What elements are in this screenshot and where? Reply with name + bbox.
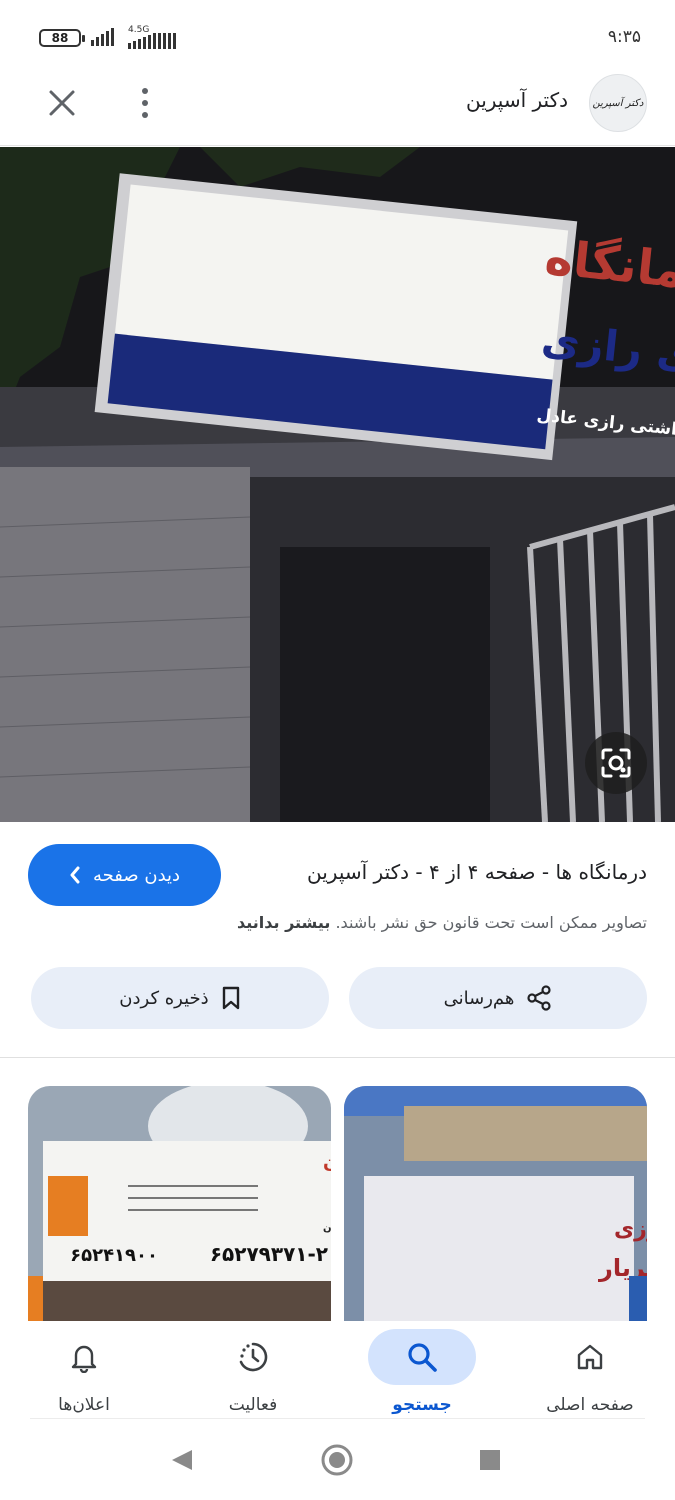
main-image[interactable]: درمانگاه شبانه روزی رازی شرکت تعاونی خدم… [0, 147, 675, 822]
nav-notifications[interactable]: اعلان‌ها [4, 1321, 164, 1421]
nav-activity-label: فعالیت [228, 1395, 278, 1415]
more-dot [142, 88, 148, 94]
nav-home-icon-wrap [536, 1329, 644, 1385]
more-dot [142, 112, 148, 118]
site-logo[interactable]: دکتر آسپرین [589, 74, 647, 132]
share-icon [527, 985, 551, 1011]
home-icon [577, 1344, 603, 1370]
result-info: دیدن صفحه درمانگاه ها - صفحه ۴ از ۴ - دک… [0, 843, 675, 907]
share-label: هم‌رسانی [443, 987, 515, 1009]
save-label: ذخیره کردن [119, 987, 209, 1009]
view-page-label: دیدن صفحه [92, 864, 181, 886]
related-left-phone1: ۶۵۲۷۹۳۷۱-۲ [210, 1242, 328, 1266]
bookmark-icon [222, 986, 239, 1010]
nav-search[interactable]: جستجو [342, 1321, 502, 1421]
lens-icon [601, 748, 631, 778]
activity-icon [239, 1342, 268, 1372]
bottom-navigation: صفحه اصلی جستجو فعالیت [0, 1321, 675, 1421]
related-right-title: درمانگاه شبانه روزی [614, 1215, 647, 1242]
main-image-illustration: درمانگاه شبانه روزی رازی شرکت تعاونی خدم… [0, 147, 675, 822]
divider [0, 1057, 675, 1058]
nav-search-label: جستجو [392, 1395, 452, 1415]
back-icon[interactable] [172, 1450, 192, 1470]
related-image-left-illustration: درمانگاه شبانه روزی ایران شهریار، ابتدای… [28, 1086, 331, 1326]
copyright-text: تصاویر ممکن است تحت قانون حق نشر باشند. [335, 913, 647, 932]
related-left-address: شهریار، ابتدای بلوار رسول اکرم ، خیابان … [323, 1221, 331, 1234]
system-nav-icons [172, 1444, 500, 1476]
close-icon [49, 90, 75, 116]
related-left-title: درمانگاه شبانه روزی ایران [323, 1151, 331, 1173]
system-navigation [0, 1420, 675, 1500]
view-page-button[interactable]: دیدن صفحه [28, 844, 221, 906]
signal-icon-2 [128, 31, 176, 49]
viewer-header: دکتر آسپرین دکتر آسپرین [0, 72, 675, 146]
nav-activity[interactable]: فعالیت [173, 1321, 333, 1421]
bell-icon [71, 1345, 97, 1373]
nav-search-icon-wrap [368, 1329, 476, 1385]
nav-notifications-label: اعلان‌ها [58, 1395, 110, 1415]
signal-icon [91, 28, 114, 46]
battery-indicator: 88 [39, 29, 85, 47]
search-icon [408, 1343, 437, 1372]
nav-notifications-icon-wrap [30, 1329, 138, 1385]
close-button[interactable] [42, 83, 82, 123]
save-button[interactable]: ذخیره کردن [31, 967, 329, 1029]
more-dot [142, 100, 148, 106]
nav-divider [30, 1418, 645, 1419]
related-image-right-illustration: درمانگاه شبانه روزی کیمیای شهریار [344, 1086, 647, 1326]
page-title[interactable]: درمانگاه ها - صفحه ۴ از ۴ - دکتر آسپرین [307, 860, 647, 884]
lens-button[interactable] [585, 732, 647, 794]
chevron-left-icon [70, 866, 80, 884]
nav-home-label: صفحه اصلی [546, 1395, 634, 1415]
related-image-left[interactable]: درمانگاه شبانه روزی ایران شهریار، ابتدای… [28, 1086, 331, 1326]
nav-home[interactable]: صفحه اصلی [510, 1321, 670, 1421]
learn-more-link[interactable]: بیشتر بدانید [237, 913, 330, 932]
site-name[interactable]: دکتر آسپرین [466, 88, 568, 112]
nav-activity-icon-wrap [199, 1329, 307, 1385]
related-left-phone2: ۶۵۲۴۱۹۰۰ [70, 1245, 158, 1266]
clock: ۹:۳۵ [607, 27, 641, 47]
copyright-notice: تصاویر ممکن است تحت قانون حق نشر باشند. … [237, 913, 647, 932]
status-bar: 88 4.5G ۹:۳۵ [0, 0, 675, 72]
share-button[interactable]: هم‌رسانی [349, 967, 647, 1029]
more-options-button[interactable] [127, 83, 163, 123]
site-logo-text: دکتر آسپرین [592, 97, 644, 109]
related-image-right[interactable]: درمانگاه شبانه روزی کیمیای شهریار [344, 1086, 647, 1326]
recents-icon[interactable] [480, 1450, 500, 1470]
